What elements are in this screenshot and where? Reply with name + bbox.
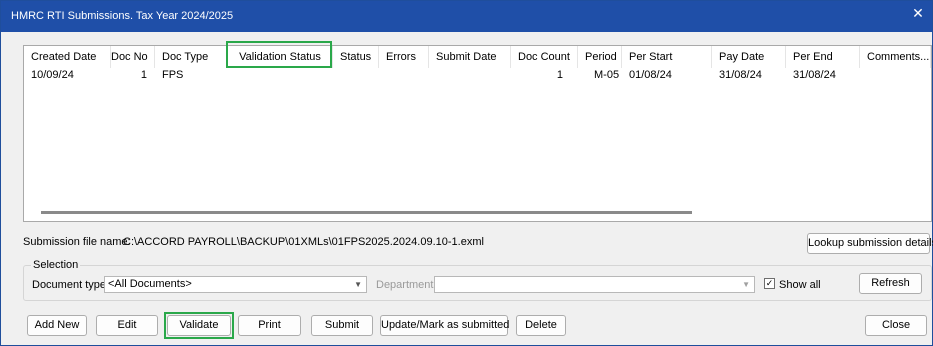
column-header-doc-count[interactable]: Doc Count: [511, 46, 578, 68]
column-header-per-end[interactable]: Per End: [786, 46, 860, 68]
selection-legend: Selection: [31, 259, 81, 271]
submission-file-label: Submission file name:: [23, 236, 131, 248]
row-1-doc-type[interactable]: FPS: [155, 68, 228, 82]
submit-button[interactable]: Submit: [311, 315, 373, 336]
lookup-submission-details-button[interactable]: Lookup submission details: [807, 233, 933, 254]
column-header-submit-date[interactable]: Submit Date: [429, 46, 511, 68]
column-header-pay-date[interactable]: Pay Date: [712, 46, 786, 68]
row-1-doc-count[interactable]: 1: [511, 68, 571, 82]
column-header-comments[interactable]: Comments...: [860, 46, 931, 68]
row-1-created-date[interactable]: 10/09/24: [24, 68, 111, 82]
show-all-checkbox[interactable]: ✓: [764, 278, 775, 289]
row-1-period[interactable]: M-05: [587, 68, 627, 82]
row-1-per-start[interactable]: 01/08/24: [622, 68, 712, 82]
chevron-down-icon: ▼: [354, 280, 362, 289]
column-header-status[interactable]: Status: [333, 46, 379, 68]
column-header-errors[interactable]: Errors: [379, 46, 429, 68]
document-types-value: <All Documents>: [108, 278, 192, 290]
document-types-dropdown[interactable]: <All Documents> ▼: [104, 276, 367, 293]
column-header-created-date[interactable]: Created Date: [24, 46, 111, 68]
column-header-doc-no[interactable]: Doc No: [111, 46, 155, 68]
row-1-per-end[interactable]: 31/08/24: [786, 68, 860, 82]
update-mark-as-submitted-button[interactable]: Update/Mark as submitted: [380, 315, 509, 336]
column-header-per-start[interactable]: Per Start: [622, 46, 712, 68]
row-1-doc-no[interactable]: 1: [111, 68, 155, 82]
row-1-pay-date[interactable]: 31/08/24: [712, 68, 786, 82]
submissions-list[interactable]: Created Date Doc No Doc Type Validation …: [23, 45, 932, 222]
validation-status-highlight: [226, 41, 332, 68]
document-types-label: Document types:: [32, 279, 115, 291]
refresh-button[interactable]: Refresh: [859, 273, 922, 294]
column-header-period[interactable]: Period: [578, 46, 622, 68]
window-title: HMRC RTI Submissions. Tax Year 2024/2025: [11, 10, 234, 22]
departments-dropdown[interactable]: ▼: [434, 276, 755, 293]
show-all-label: Show all: [779, 279, 821, 291]
edit-button[interactable]: Edit: [96, 315, 158, 336]
departments-label: Departments:: [376, 279, 443, 291]
submission-file-path: C:\ACCORD PAYROLL\BACKUP\01XMLs\01FPS202…: [123, 236, 484, 248]
close-icon[interactable]: ✕: [904, 1, 932, 27]
title-bar: HMRC RTI Submissions. Tax Year 2024/2025…: [1, 1, 932, 32]
close-button[interactable]: Close: [865, 315, 927, 336]
column-header-doc-type[interactable]: Doc Type: [155, 46, 228, 68]
add-new-button[interactable]: Add New: [27, 315, 87, 336]
horizontal-scrollbar-thumb[interactable]: [41, 211, 692, 214]
chevron-down-icon: ▼: [742, 280, 750, 289]
validate-highlight: [164, 312, 234, 339]
rti-submissions-window: HMRC RTI Submissions. Tax Year 2024/2025…: [0, 0, 933, 346]
delete-button[interactable]: Delete: [516, 315, 566, 336]
print-button[interactable]: Print: [238, 315, 301, 336]
